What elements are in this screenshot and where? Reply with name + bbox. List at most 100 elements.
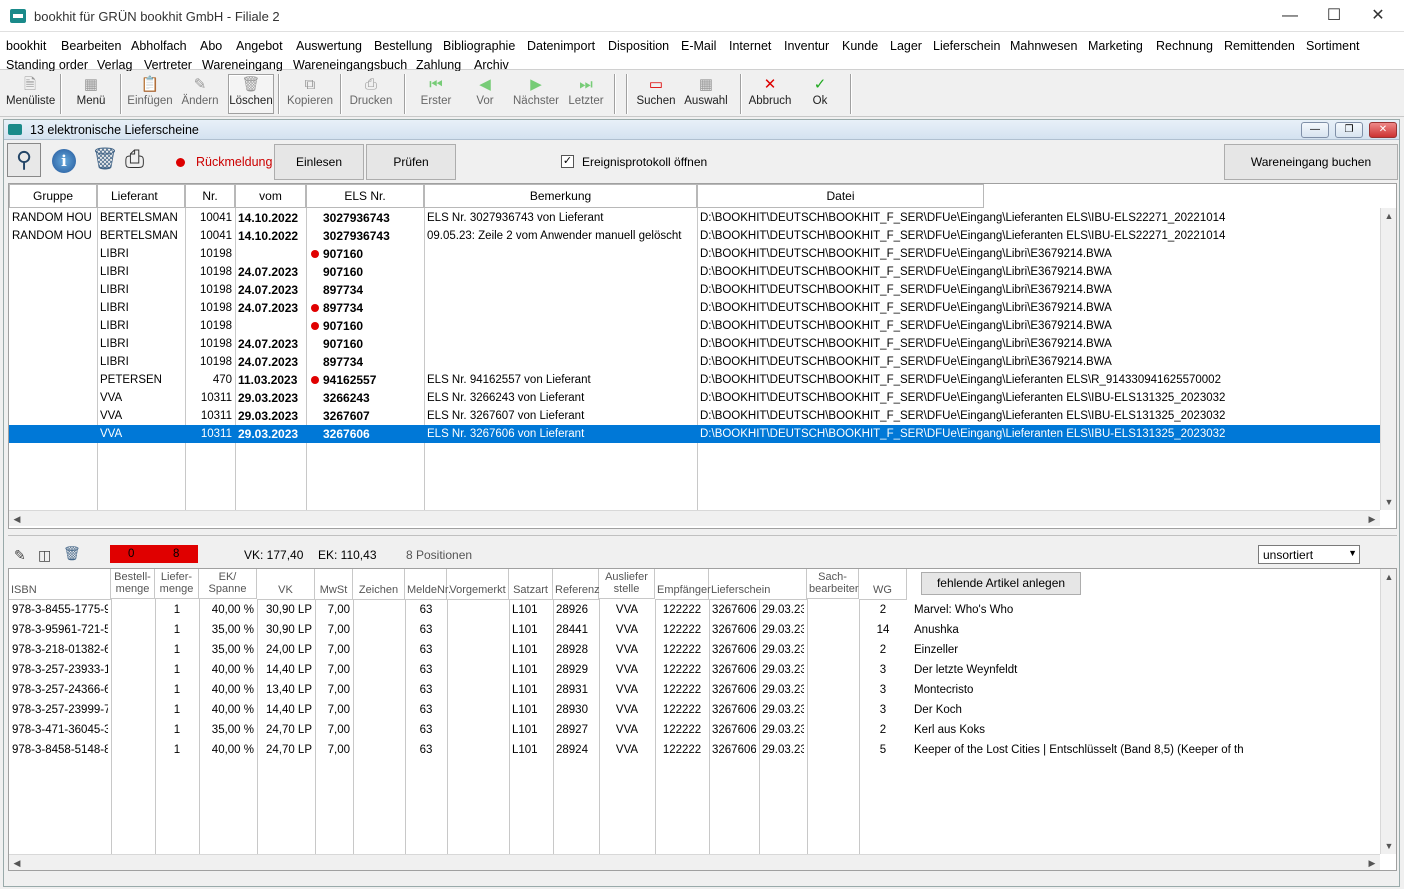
scroll-up-icon[interactable]: ▲ <box>1381 569 1396 585</box>
table-row[interactable]: LIBRI 10198 907160 D:\BOOKHIT\DEUTSCH\BOOKH… <box>9 317 1380 335</box>
table-row[interactable]: LIBRI 10198 24.07.2023 907160 D:\BOOKHIT\DEU… <box>9 263 1380 281</box>
column-header-bestell-menge[interactable]: Bestell- menge <box>111 569 155 599</box>
table-row[interactable]: 978-3-257-23933-1 1 40,00 % 14,40 LP 7,00 63 L… <box>9 660 1380 680</box>
scroll-right-icon[interactable]: ▶ <box>1364 855 1380 870</box>
column-header-satzart[interactable]: Satzart <box>509 569 553 600</box>
menu-item-rechnung[interactable]: Rechnung <box>1156 39 1213 53</box>
column-header-nr-[interactable]: Nr. <box>185 184 235 208</box>
menu-item-zahlung[interactable]: Zahlung <box>416 58 461 72</box>
table-row[interactable]: 978-3-471-36045-3 1 35,00 % 24,70 LP 7,00 63 L… <box>9 720 1380 740</box>
menu-item-mahnwesen[interactable]: Mahnwesen <box>1010 39 1077 53</box>
column-header-wg[interactable]: WG <box>859 569 907 600</box>
column-header-ausliefer-stelle[interactable]: Ausliefer stelle <box>599 569 655 599</box>
menu-item-bearbeiten[interactable]: Bearbeiten <box>61 39 121 53</box>
menu-item-kunde[interactable]: Kunde <box>842 39 878 53</box>
toolbar--ndern-button[interactable]: ✎ Ändern <box>176 74 224 114</box>
table-row[interactable]: LIBRI 10198 907160 D:\BOOKHIT\DEUTSCH\BOOKH… <box>9 245 1380 263</box>
einlesen-button[interactable]: Einlesen <box>274 144 364 180</box>
sort-select[interactable]: unsortiert ▼ <box>1258 545 1360 564</box>
column-header-lieferschein[interactable]: Lieferschein <box>709 569 807 600</box>
toolbar-einf-gen-button[interactable]: 📋 Einfügen <box>126 74 174 114</box>
menu-item-inventur[interactable]: Inventur <box>784 39 829 53</box>
copy-icon[interactable]: ◫ <box>38 547 51 564</box>
menu-item-auswertung[interactable]: Auswertung <box>296 39 362 53</box>
scroll-right-icon[interactable]: ▶ <box>1364 511 1380 527</box>
menu-item-standing-order[interactable]: Standing order <box>6 58 88 72</box>
vertical-scrollbar[interactable]: ▲ ▼ <box>1380 569 1396 854</box>
maximize-button[interactable]: ☐ <box>1312 4 1356 28</box>
toolbar-suchen-button[interactable]: ▭ Suchen <box>632 74 680 114</box>
menu-item-lieferschein[interactable]: Lieferschein <box>933 39 1000 53</box>
menu-item-datenimport[interactable]: Datenimport <box>527 39 595 53</box>
edit-icon[interactable]: ✎ <box>14 547 26 564</box>
column-header-vk[interactable]: VK <box>257 569 315 600</box>
scroll-up-icon[interactable]: ▲ <box>1381 208 1396 224</box>
toolbar-kopieren-button[interactable]: ⧉ Kopieren <box>284 74 336 114</box>
printer-icon[interactable]: ⎙ <box>125 146 159 176</box>
horizontal-scrollbar[interactable]: ◀ ▶ <box>9 854 1380 870</box>
table-row[interactable]: LIBRI 10198 24.07.2023 897734 D:\BOOKHIT\DEU… <box>9 353 1380 371</box>
menu-item-lager[interactable]: Lager <box>890 39 922 53</box>
column-header-els-nr-[interactable]: ELS Nr. <box>306 184 424 208</box>
info-icon[interactable]: i <box>52 149 76 173</box>
table-row[interactable]: RANDOM HOU BERTELSMAN 10041 14.10.2022 30279… <box>9 209 1380 227</box>
menu-item-bestellung[interactable]: Bestellung <box>374 39 432 53</box>
column-header-lieferant[interactable]: Lieferant <box>97 184 185 208</box>
table-row[interactable]: 978-3-95961-721-5 1 35,00 % 30,90 LP 7,00 63 L… <box>9 620 1380 640</box>
table-row[interactable]: VVA 10311 29.03.2023 3267607 ELS Nr. 3267607… <box>9 407 1380 425</box>
menu-item-bookhit[interactable]: bookhit <box>6 39 46 53</box>
table-row[interactable]: LIBRI 10198 24.07.2023 897734 D:\BOOKHIT\DEU… <box>9 299 1380 317</box>
menu-item-wareneingang[interactable]: Wareneingang <box>202 58 283 72</box>
table-row[interactable]: 978-3-257-24366-6 1 40,00 % 13,40 LP 7,00 63 L… <box>9 680 1380 700</box>
trash-icon[interactable]: 🗑 <box>91 146 119 176</box>
menu-item-disposition[interactable]: Disposition <box>608 39 669 53</box>
close-button[interactable]: ✕ <box>1356 4 1400 28</box>
mdi-restore-button[interactable]: ❐ <box>1335 122 1363 138</box>
column-header-referenz[interactable]: Referenz <box>553 569 600 600</box>
toolbar-men-liste-button[interactable]: 🗎 Menüliste <box>5 74 55 114</box>
menu-item-sortiment[interactable]: Sortiment <box>1306 39 1360 53</box>
toolbar-ok-button[interactable]: ✓ Ok <box>796 74 844 114</box>
scroll-down-icon[interactable]: ▼ <box>1381 494 1396 510</box>
menu-item-e-mail[interactable]: E-Mail <box>681 39 716 53</box>
column-header-mwst[interactable]: MwSt <box>315 569 353 600</box>
wareneingang-buchen-button[interactable]: Wareneingang buchen <box>1224 144 1398 180</box>
column-header-meldenr-[interactable]: MeldeNr. <box>405 569 451 600</box>
column-header-sach-bearbeiter[interactable]: Sach- bearbeiter <box>807 569 859 599</box>
scroll-down-icon[interactable]: ▼ <box>1381 838 1396 854</box>
menu-item-remittenden[interactable]: Remittenden <box>1224 39 1295 53</box>
column-header-vom[interactable]: vom <box>235 184 306 208</box>
column-header-isbn[interactable]: ISBN <box>9 569 111 600</box>
table-row[interactable]: 978-3-8458-5148-8 1 40,00 % 24,70 LP 7,00 63 L… <box>9 740 1380 760</box>
table-row[interactable]: PETERSEN 470 11.03.2023 94162557 ELS Nr. 941… <box>9 371 1380 389</box>
menu-item-verlag[interactable]: Verlag <box>97 58 132 72</box>
rueckmeldung-link[interactable]: Rückmeldung <box>196 155 272 169</box>
column-header-datei[interactable]: Datei <box>697 184 984 208</box>
toolbar-drucken-button[interactable]: ⎙ Drucken <box>346 74 396 114</box>
column-header-gruppe[interactable]: Gruppe <box>9 184 97 208</box>
table-row[interactable]: 978-3-218-01382-6 1 35,00 % 24,00 LP 7,00 63 L… <box>9 640 1380 660</box>
menu-item-marketing[interactable]: Marketing <box>1088 39 1143 53</box>
toolbar-n-chster-button[interactable]: ▶ Nächster <box>512 74 560 114</box>
mdi-close-button[interactable]: ✕ <box>1369 122 1397 138</box>
toolbar-letzter-button[interactable]: ⏭ Letzter <box>562 74 610 114</box>
menu-item-archiv[interactable]: Archiv <box>474 58 509 72</box>
minimize-button[interactable]: — <box>1268 4 1312 28</box>
table-row[interactable]: LIBRI 10198 24.07.2023 907160 D:\BOOKHIT\DEU… <box>9 335 1380 353</box>
column-header-bemerkung[interactable]: Bemerkung <box>424 184 697 208</box>
table-row[interactable]: LIBRI 10198 24.07.2023 897734 D:\BOOKHIT\DEU… <box>9 281 1380 299</box>
scroll-left-icon[interactable]: ◀ <box>9 511 25 527</box>
table-row[interactable]: 978-3-257-23999-7 1 40,00 % 14,40 LP 7,00 63 L… <box>9 700 1380 720</box>
toolbar-abbruch-button[interactable]: ✕ Abbruch <box>746 74 794 114</box>
fehlende-artikel-button[interactable]: fehlende Artikel anlegen <box>921 572 1081 595</box>
column-header-empf-nger[interactable]: Empfänger <box>655 569 711 600</box>
vertical-scrollbar[interactable]: ▲ ▼ <box>1380 208 1396 510</box>
menu-item-bibliographie[interactable]: Bibliographie <box>443 39 515 53</box>
column-header-zeichen[interactable]: Zeichen <box>353 569 405 600</box>
column-header-ek-spanne[interactable]: EK/ Spanne <box>199 569 257 599</box>
search-icon[interactable]: ⚲ <box>7 143 41 177</box>
menu-item-vertreter[interactable]: Vertreter <box>144 58 192 72</box>
table-row[interactable]: 978-3-8455-1775-9 1 40,00 % 30,90 LP 7,00 63 L… <box>9 600 1380 620</box>
pruefen-button[interactable]: Prüfen <box>366 144 456 180</box>
ereignis-checkbox[interactable]: ✓ <box>561 155 574 168</box>
